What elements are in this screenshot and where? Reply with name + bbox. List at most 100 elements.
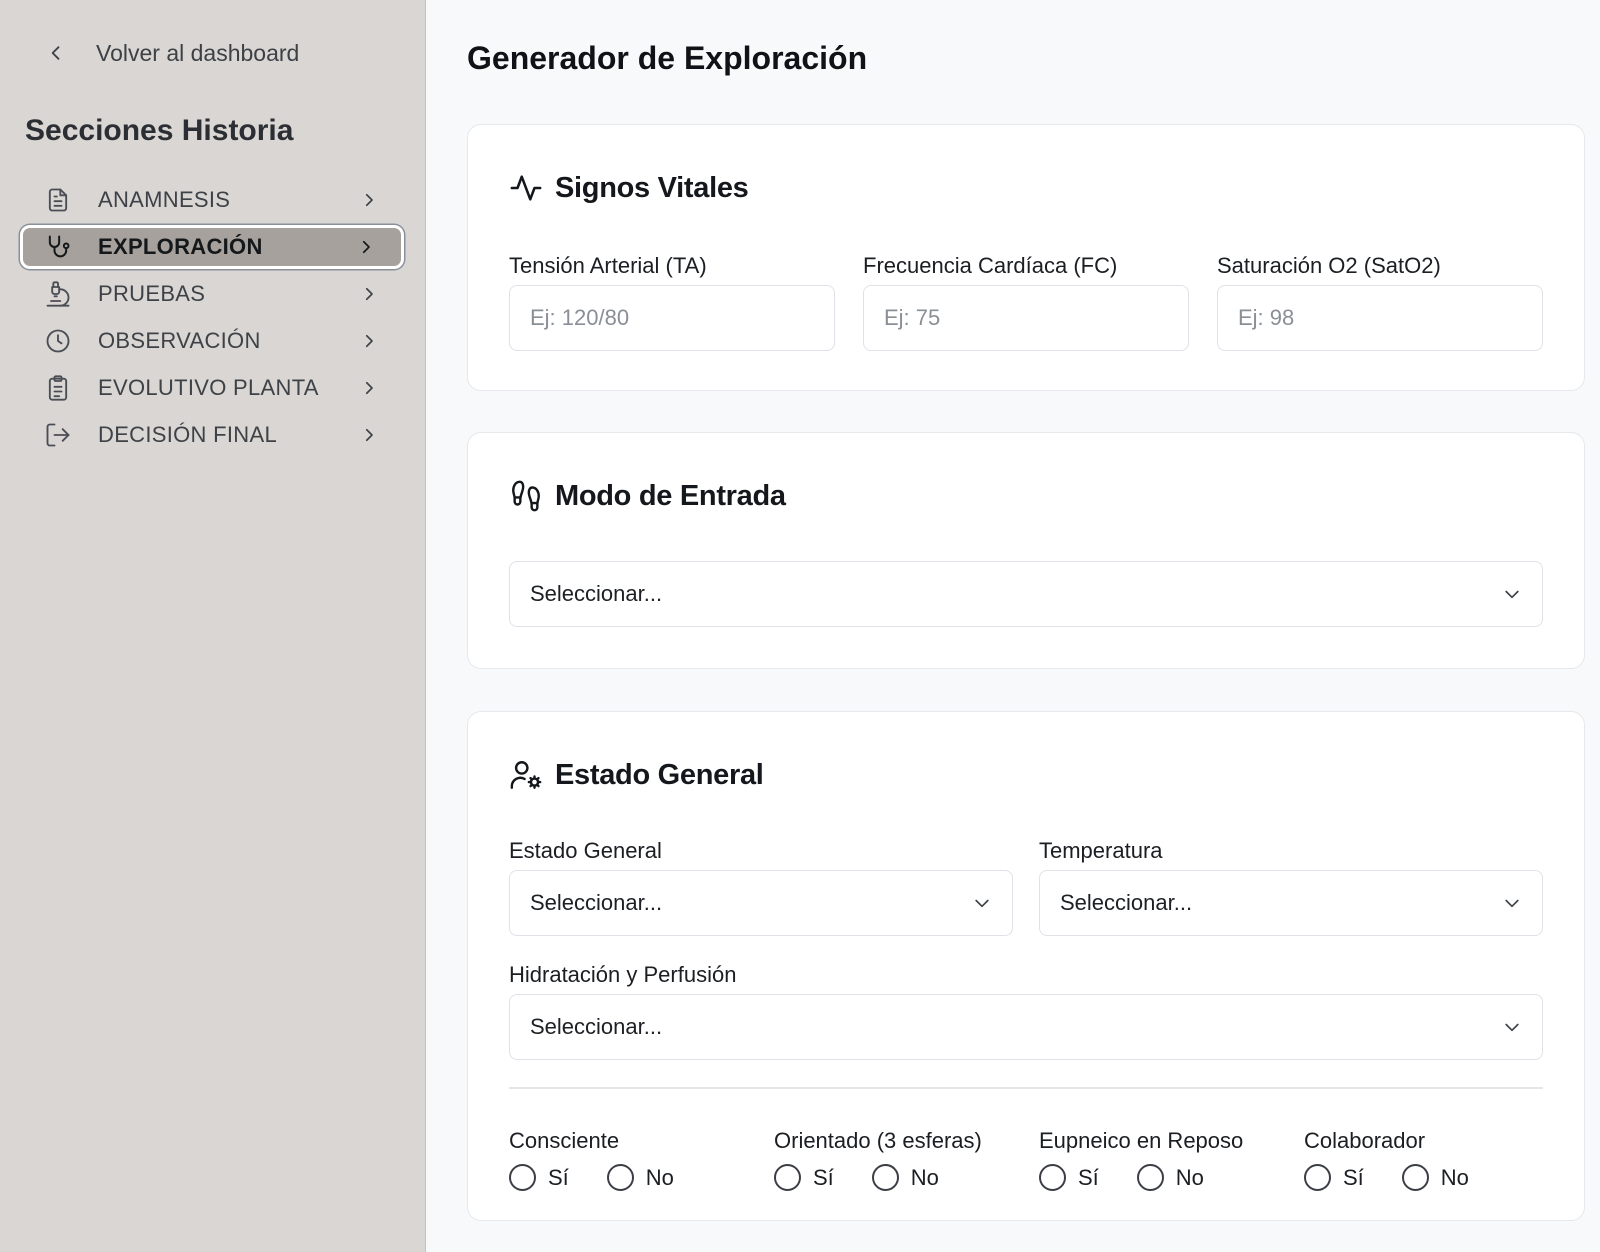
radio-circle[interactable]: [509, 1164, 536, 1191]
chevron-right-icon: [365, 193, 373, 207]
exit-icon: [46, 423, 70, 447]
microscope-icon: [46, 281, 70, 307]
temperatura-label: Temperatura: [1039, 838, 1163, 863]
entry-mode-value: Seleccionar...: [530, 581, 663, 606]
vitals-card: Signos Vitales Tensión Arterial (TA) Fre…: [467, 124, 1585, 391]
radio-label: No: [1440, 1164, 1469, 1190]
footprints-icon: [512, 480, 540, 512]
user-cog-icon: [510, 761, 542, 789]
sidebar: Volver al dashboard Secciones Historia A…: [0, 0, 426, 1252]
fc-label: Frecuencia Cardíaca (FC): [863, 253, 1118, 278]
radio-label: No: [1175, 1164, 1204, 1190]
hidratacion-label: Hidratación y Perfusión: [509, 962, 737, 987]
colaborador-label: Colaborador: [1304, 1128, 1426, 1153]
sidebar-item-exploracion[interactable]: EXPLORACIÓN: [20, 225, 404, 269]
activity-icon: [510, 175, 542, 201]
colaborador-no-radio[interactable]: No: [1401, 1164, 1469, 1191]
orientado-label: Orientado (3 esferas): [774, 1128, 982, 1153]
radio-circle[interactable]: [1039, 1164, 1066, 1191]
clipboard-icon: [48, 375, 68, 401]
eupneico-label: Eupneico en Reposo: [1039, 1128, 1244, 1153]
orientado-group: Orientado (3 esferas) Sí No: [774, 1128, 982, 1191]
radio-circle[interactable]: [1401, 1164, 1429, 1191]
ta-field: [509, 285, 835, 351]
consciente-group: Consciente Sí No: [509, 1128, 712, 1191]
consciente-no-radio[interactable]: No: [606, 1164, 674, 1191]
sidebar-item-label: ANAMNESIS: [98, 187, 231, 212]
radio-circle[interactable]: [871, 1164, 899, 1191]
chevron-right-icon: [365, 428, 373, 442]
general-state-title: Estado General: [555, 758, 764, 791]
radio-circle[interactable]: [606, 1164, 634, 1191]
eupneico-yes-radio[interactable]: Sí: [1039, 1164, 1099, 1191]
vitals-header: Signos Vitales: [509, 171, 749, 205]
document-icon: [48, 188, 68, 212]
radio-circle[interactable]: [1304, 1164, 1331, 1191]
estado-general-value: Seleccionar...: [530, 890, 663, 915]
radio-label: No: [910, 1164, 939, 1190]
sidebar-item-evolutivo-planta[interactable]: EVOLUTIVO PLANTA: [20, 366, 404, 410]
radio-circle[interactable]: [1136, 1164, 1164, 1191]
eupneico-options: Sí No: [1039, 1164, 1243, 1191]
hidratacion-value: Seleccionar...: [530, 1014, 663, 1039]
sidebar-item-observacion[interactable]: OBSERVACIÓN: [20, 319, 404, 363]
orientado-options: Sí No: [774, 1164, 982, 1191]
entry-mode-card: Modo de Entrada Seleccionar...: [467, 432, 1585, 669]
entry-mode-select[interactable]: Seleccionar...: [509, 561, 1543, 627]
estado-general-select[interactable]: Seleccionar...: [509, 870, 1013, 936]
radio-label: Sí: [1078, 1164, 1099, 1190]
sidebar-item-anamnesis[interactable]: ANAMNESIS: [20, 178, 404, 222]
chevron-down-icon: [975, 899, 989, 908]
sidebar-item-label: PRUEBAS: [98, 281, 206, 306]
radio-label: Sí: [1343, 1164, 1364, 1190]
hidratacion-select[interactable]: Seleccionar...: [509, 994, 1543, 1060]
sato2-label: Saturación O2 (SatO2): [1217, 253, 1441, 278]
temperatura-value: Seleccionar...: [1060, 890, 1193, 915]
temperatura-select[interactable]: Seleccionar...: [1039, 870, 1543, 936]
ta-input[interactable]: [530, 305, 814, 331]
chevron-down-icon: [1505, 590, 1519, 599]
fc-input[interactable]: [884, 305, 1168, 331]
general-state-header: Estado General: [509, 758, 764, 792]
sidebar-item-pruebas[interactable]: PRUEBAS: [20, 272, 404, 316]
chevron-right-icon: [365, 381, 373, 395]
radio-label: No: [645, 1164, 674, 1190]
chevron-right-icon: [365, 334, 373, 348]
radio-label: Sí: [813, 1164, 834, 1190]
colaborador-group: Colaborador Sí No: [1304, 1128, 1507, 1191]
ta-label: Tensión Arterial (TA): [509, 253, 707, 278]
fc-field: [863, 285, 1189, 351]
consciente-yes-radio[interactable]: Sí: [509, 1164, 569, 1191]
stethoscope-icon: [48, 235, 70, 258]
consciente-label: Consciente: [509, 1128, 620, 1153]
colaborador-options: Sí No: [1304, 1164, 1507, 1191]
orientado-yes-radio[interactable]: Sí: [774, 1164, 834, 1191]
back-to-dashboard-link[interactable]: Volver al dashboard: [46, 36, 299, 70]
radio-circle[interactable]: [774, 1164, 801, 1191]
sato2-input[interactable]: [1238, 305, 1522, 331]
vitals-title: Signos Vitales: [555, 171, 749, 204]
sidebar-title: Secciones Historia: [25, 114, 294, 147]
eupneico-no-radio[interactable]: No: [1136, 1164, 1204, 1191]
sidebar-item-label: EVOLUTIVO PLANTA: [98, 375, 319, 400]
eupneico-group: Eupneico en Reposo Sí No: [1039, 1128, 1243, 1191]
chevron-down-icon: [1505, 1023, 1519, 1032]
estado-general-label: Estado General: [509, 838, 662, 863]
chevron-right-icon: [365, 287, 373, 301]
page-title: Generador de Exploración: [467, 40, 868, 76]
chevron-right-icon: [362, 240, 370, 254]
sections-nav: ANAMNESIS EXPLORACIÓN PRUEBAS OBSERVACIÓ…: [20, 178, 404, 460]
sidebar-item-label: DECISIÓN FINAL: [98, 422, 278, 447]
clock-icon: [46, 329, 70, 353]
back-label: Volver al dashboard: [96, 39, 300, 66]
sato2-field: [1217, 285, 1543, 351]
sidebar-item-label: EXPLORACIÓN: [98, 234, 263, 259]
general-state-card: Estado General Estado General Selecciona…: [467, 711, 1585, 1221]
sidebar-item-decision-final[interactable]: DECISIÓN FINAL: [20, 413, 404, 457]
radio-label: Sí: [548, 1164, 569, 1190]
consciente-options: Sí No: [509, 1164, 712, 1191]
orientado-no-radio[interactable]: No: [871, 1164, 939, 1191]
entry-mode-title: Modo de Entrada: [555, 479, 786, 512]
chevron-down-icon: [1505, 899, 1519, 908]
colaborador-yes-radio[interactable]: Sí: [1304, 1164, 1364, 1191]
